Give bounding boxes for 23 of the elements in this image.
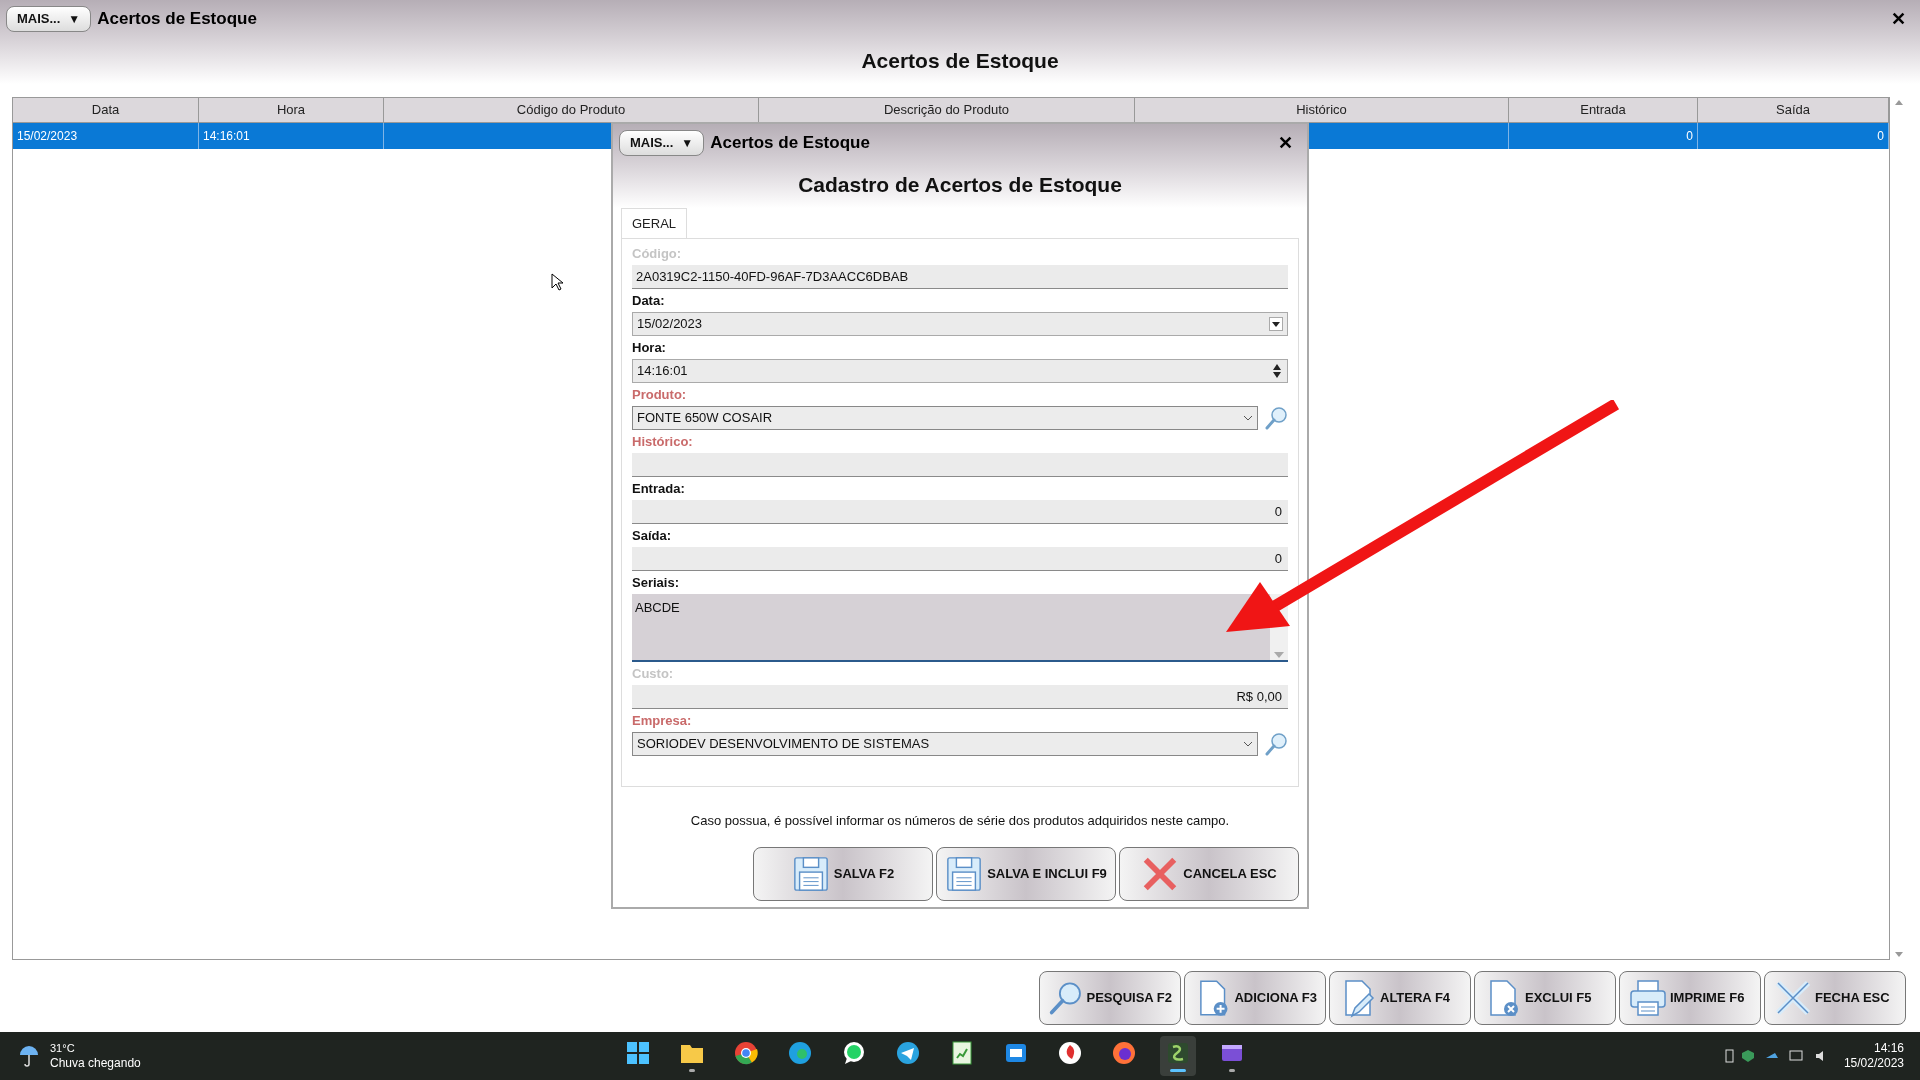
table-cell-text: 0 bbox=[1686, 128, 1693, 145]
window-title: Acertos de Estoque bbox=[710, 132, 870, 155]
field-label: Seriais: bbox=[632, 573, 680, 592]
field-label: Código: bbox=[632, 244, 683, 263]
weather-text: Chuva chegando bbox=[50, 1056, 141, 1071]
field-label: Produto: bbox=[632, 385, 688, 404]
page-heading: Acertos de Estoque bbox=[861, 48, 1059, 75]
table-cell-text: 0 bbox=[1877, 128, 1884, 145]
field-label: Hora: bbox=[632, 338, 667, 357]
temperature-text: 31°C bbox=[50, 1041, 76, 1056]
field-label: Saída: bbox=[632, 526, 672, 545]
clock-time: 14:16 bbox=[1873, 1041, 1904, 1056]
table-cell-text: 15/02/2023 bbox=[17, 128, 78, 145]
table-cell-text: 14:16:01 bbox=[203, 128, 250, 145]
window-title: Acertos de Estoque bbox=[97, 8, 257, 31]
clock-date: 15/02/2023 bbox=[1843, 1056, 1904, 1071]
field-label: Empresa: bbox=[632, 711, 693, 730]
field-label: Data: bbox=[632, 291, 666, 310]
field-label: Custo: bbox=[632, 664, 675, 683]
field-label: Histórico: bbox=[632, 432, 694, 451]
field-label: Entrada: bbox=[632, 479, 686, 498]
dialog-heading: Cadastro de Acertos de Estoque bbox=[798, 172, 1122, 199]
hint-text: Caso possua, é possível informar os números de série dos produtos adquiridos neste campo. bbox=[689, 812, 1231, 830]
